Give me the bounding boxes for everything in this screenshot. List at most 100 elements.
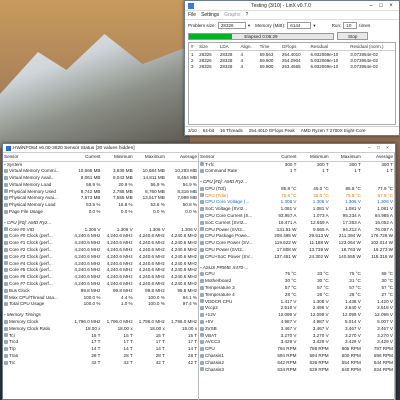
sensor-row[interactable]: Tcl 15 T 15 T 15 T 15 T [3, 333, 198, 340]
sensor-row[interactable]: Trp 14 T 14 T 14 T 14 T [3, 346, 198, 353]
result-row[interactable]: 1 28326 28328 4 59.563 254.4010 6.932069e-10 3.… [189, 51, 395, 58]
sensor-row[interactable]: Core #6 Clock (perf... 4,240.6 MHz 4,240.6… [3, 274, 198, 281]
sensor-row[interactable]: Core #5 Clock (perf... 4,240.6 MHz 4,240.6… [3, 267, 198, 274]
sensor-row[interactable]: AVCC3 3.429 V 3.429 V 3.429 V 3.429 V [199, 339, 394, 346]
sensor-row[interactable]: +5V 4.987 V 4.987 V 5.014 V 5.007 V [199, 319, 394, 326]
sensor-column-header[interactable]: Sensor [3, 153, 70, 162]
sensor-group[interactable]: CPU [#0]: AMD Ryz... [3, 220, 198, 227]
sensor-row[interactable]: CPU+SoC Power (SV... 137.451 W 24.302 W 140… [199, 254, 394, 261]
sensor-pane-right[interactable]: Sensor Current Minimum Maximum Average T-rfc… [199, 153, 395, 400]
sensor-row[interactable]: Core #4 Clock (perf... 4,240.6 MHz 4,240.6… [3, 261, 198, 268]
sensor-row[interactable]: CPU 75 °C 33 °C 75 °C 68 °C [199, 271, 394, 278]
column-header[interactable]: Align. [238, 43, 258, 51]
sensor-row[interactable]: Motherboard 30 °C 30 °C 31 °C 30 °C [199, 278, 394, 285]
sensor-row[interactable]: Physical Memory Load 53.5 % 16.8 % 53.6 % 50… [3, 202, 198, 209]
sensor-row[interactable]: Max CPU/Thread Usa... 100.0 % 4.4 % 100.0 %… [3, 295, 198, 302]
sensor-row[interactable]: Memory Clock 1,796.0 MHz 1,796.0 MHz 1,796.… [3, 319, 198, 326]
problem-size-input[interactable]: 28326 [217, 22, 246, 29]
sensor-row[interactable]: VDDCR CPU 1.417 V 1.308 V 1.438 V 1.420 V [199, 299, 394, 306]
menu-file[interactable]: File [188, 12, 196, 18]
close-icon[interactable]: × [386, 3, 396, 9]
menu-graphs[interactable]: Graphs [224, 12, 240, 18]
sensor-row[interactable]: Trc 42 T 42 T 42 T 42 T [3, 360, 198, 367]
sensor-row[interactable]: Temperature 4 28 °C 26 °C 28 °C 27 °C [199, 292, 394, 299]
sensor-row[interactable]: Tras 28 T 28 T 28 T 28 T [3, 353, 198, 360]
sensor-group[interactable]: ASUS PRIME X470-... [199, 265, 394, 272]
sensor-column-header[interactable]: Minimum [101, 153, 134, 162]
sensor-row[interactable]: Virtual Memory Avail... 8,061 MB 8,043 MB 1… [3, 175, 198, 182]
minimize-icon[interactable]: – [365, 146, 374, 151]
column-header[interactable]: Residual [308, 43, 349, 51]
column-header[interactable]: Residual (norm.) [348, 43, 395, 51]
memory-dropdown-icon[interactable]: ▾ [313, 23, 315, 29]
stop-button[interactable]: Stop [337, 32, 369, 40]
sensor-column-header[interactable]: Current [265, 153, 298, 162]
sensor-row[interactable]: SoC Current (SVI2... 16.471 A 12.659 A 17.3… [199, 220, 394, 227]
sensor-row[interactable]: Chassis2 642 RPM 636 RPM 654 RPM 644 RPM [199, 360, 394, 367]
sensor-row[interactable]: CPU Core Voltage (... 1.306 V 1.306 V 1.306… [199, 199, 394, 206]
sensor-row[interactable]: +12V 12.099 V 12.099 V 12.099 V 12.099 V [199, 312, 394, 319]
sensor-row[interactable]: Physical Memory Avai... 7,573 MB 7,555 MB 1… [3, 195, 198, 202]
sensor-row[interactable]: Memory Clock Ratio 18.00 x 18.00 x 18.00 x 1… [3, 326, 198, 333]
sensor-row[interactable]: CPU 794 RPM 788 RPM 805 RPM 797 RPM [199, 346, 394, 353]
result-row[interactable]: 2 28326 28328 4 59.600 254.2904 6.932069e-10 3.… [189, 57, 395, 63]
menu-settings[interactable]: Settings [201, 12, 219, 18]
close-icon[interactable]: × [383, 146, 392, 151]
column-header[interactable]: Size [197, 43, 218, 51]
sensor-column-header[interactable]: Current [69, 153, 102, 162]
sensor-row[interactable]: VBAT 3.270 V 3.270 V 3.270 V 3.270 V [199, 333, 394, 340]
sensor-column-header[interactable]: Average [361, 153, 394, 162]
sensor-row[interactable]: Chassis3 634 RPM 629 RPM 640 RPM 634 RPM [199, 367, 394, 374]
sensor-group[interactable]: CPU [#0]: AMD Ryz... [199, 179, 394, 186]
sensor-row[interactable]: Core #1 Clock (perf... 4,240.6 MHz 4,240.6… [3, 240, 198, 247]
problem-size-spinner-icon[interactable]: ▾ [248, 23, 250, 29]
sensor-row[interactable]: Core #7 Clock (perf... 4,240.6 MHz 4,240.6… [3, 281, 198, 288]
minimize-icon[interactable]: – [366, 3, 376, 9]
sensor-row[interactable]: CPU Package Powe... 208.495 W 29.513 W 211.… [199, 233, 394, 240]
sensor-row[interactable]: Vccp2 2.518 V 2.496 V 2.540 V 2.518 V [199, 305, 394, 312]
maximize-icon[interactable]: □ [374, 146, 383, 151]
sensor-row[interactable]: Bus Clock 99.8 MHz 99.8 MHz 99.8 MHz 99.8 MH… [3, 288, 198, 295]
run-count-input[interactable]: 10 [343, 22, 358, 29]
menu-help[interactable]: ? [246, 12, 249, 18]
sensor-row[interactable]: Core #0 Clock (perf... 4,240.6 MHz 4,240.6… [3, 233, 198, 240]
sensor-row[interactable]: Trcd 17 T 17 T 17 T 17 T [3, 339, 198, 346]
sensor-group[interactable]: Memory Timings [3, 312, 198, 319]
sensor-row[interactable]: Core #3 Clock (perf... 4,240.6 MHz 4,240.6… [3, 254, 198, 261]
memory-input[interactable]: 6144 [287, 22, 312, 29]
sensor-column-header[interactable]: Maximum [133, 153, 166, 162]
sensor-value: 16.273 W [373, 247, 393, 253]
sensor-row[interactable]: CPU (Tdie) 75.8 °C 35.0 °C 75.8 °C 67.9 °C [199, 193, 394, 200]
sensor-column-header[interactable]: Sensor [199, 153, 266, 162]
sensor-row[interactable]: Page File Usage 0.0 % 0.0 % 0.0 % 0.0 % [3, 209, 198, 216]
sensor-row[interactable]: Physical Memory Used 8,742 MB 2,788 MB 8,76… [3, 189, 198, 196]
sensor-row[interactable]: T-rfc 300 T 300 T 300 T 300 T [199, 161, 394, 168]
sensor-row[interactable]: CPU Power (SVI2... 131.51 W 9.565 A 94.212 … [199, 227, 394, 234]
sensor-row[interactable]: Chassis1 594 RPM 594 RPM 600 RPM 596 RPM [199, 353, 394, 360]
sensor-row[interactable]: CPU Core Current (S... 93.957 A 1.073 A 95.… [199, 213, 394, 220]
sensor-value: 4,240.6 MHz [106, 267, 133, 273]
column-header[interactable]: Time [257, 43, 280, 51]
sensor-row[interactable]: Temperature 3 57 °C 57 °C 57 °C 57 °C [199, 285, 394, 292]
maximize-icon[interactable]: □ [376, 3, 386, 9]
sensor-row[interactable]: CPU Core Power (SV... 119.622 W 11.188 W 12… [199, 240, 394, 247]
result-row[interactable]: 3 28326 28328 4 59.800 253.4665 6.932069e-10 3.… [189, 63, 395, 69]
sensor-row[interactable]: CPU (Tctl) 85.8 °C 45.0 °C 85.8 °C 77.9 °C [199, 186, 394, 193]
sensor-column-header[interactable]: Average [165, 153, 198, 162]
sensor-row[interactable]: 3VSB 3.467 V 3.467 V 3.467 V 3.467 V [199, 326, 394, 333]
sensor-row[interactable]: Virtual Memory Commi... 10,666 MB 3,936 MB… [3, 168, 198, 175]
sensor-row[interactable]: Command Rate 1 T 1 T 1 T 1 T [199, 168, 394, 175]
sensor-row[interactable]: SoC Voltage (SVI2... 1.081 V 1.081 V 1.081 … [199, 206, 394, 213]
sensor-row[interactable]: CPU Power (SVI2... 17.808 W 13.739 W 18.763… [199, 247, 394, 254]
sensor-group[interactable]: System [3, 161, 198, 168]
column-header[interactable]: LDA [217, 43, 239, 51]
sensor-row[interactable]: Virtual Memory Load 56.9 % 20.9 % 56.9 % 54.… [3, 182, 198, 189]
sensor-column-header[interactable]: Minimum [297, 153, 330, 162]
sensor-pane-left[interactable]: SensorCurrentMinimumMaximumAverage Syste… [3, 153, 199, 400]
sensor-column-header[interactable]: Maximum [329, 153, 362, 162]
column-header[interactable]: GFlops [279, 43, 309, 51]
sensor-row[interactable]: Total CPU Usage 100.0 % 1.0 % 100.0 % 97.4 % [3, 301, 198, 308]
column-header[interactable]: # [189, 43, 198, 51]
sensor-row[interactable]: Core #0 VID 1.306 V 1.306 V 1.306 V 1.306 V [3, 227, 198, 234]
sensor-row[interactable]: Core #2 Clock (perf... 4,240.6 MHz 4,240.6… [3, 247, 198, 254]
